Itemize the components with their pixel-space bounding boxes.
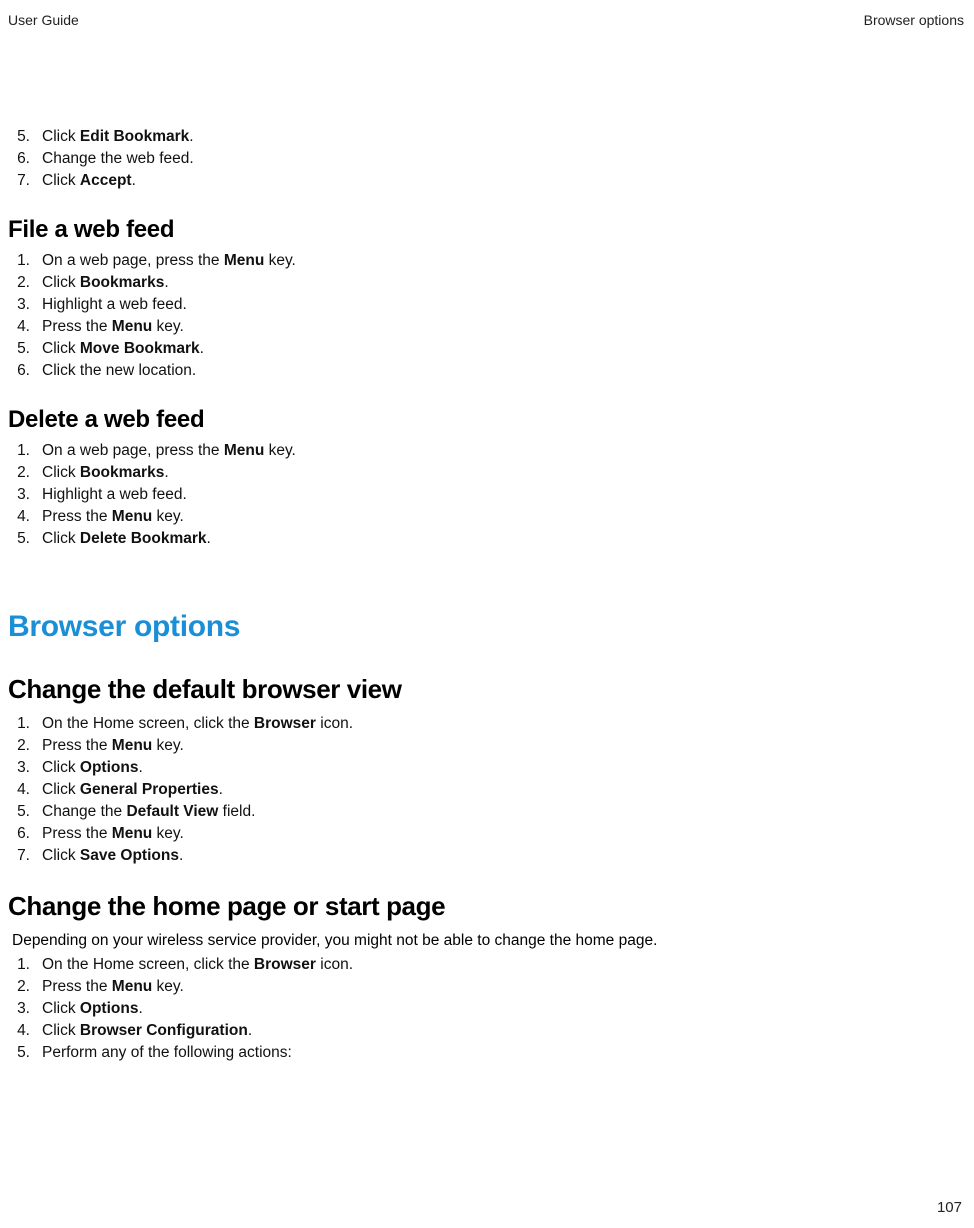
heading-delete-web-feed: Delete a web feed [8,406,964,434]
list-item: 3.Highlight a web feed. [8,484,964,506]
heading-change-home-page: Change the home page or start page [8,891,964,922]
item-text: Click Save Options. [42,845,964,867]
intro-paragraph: Depending on your wireless service provi… [12,930,964,952]
list-item: 2.Click Bookmarks. [8,272,964,294]
item-number: 6. [10,148,42,170]
item-number: 1. [10,713,42,735]
item-text: Change the Default View field. [42,801,964,823]
item-number: 3. [10,484,42,506]
item-number: 2. [10,272,42,294]
heading-change-default-view: Change the default browser view [8,674,964,705]
list-item: 2.Click Bookmarks. [8,462,964,484]
list-item: 5.Click Move Bookmark. [8,338,964,360]
list-s5: 1.On the Home screen, click the Browser … [8,954,964,1064]
item-number: 5. [10,338,42,360]
list-item: 6. Change the web feed. [8,148,964,170]
item-text: Click Options. [42,757,964,779]
item-text: Click Bookmarks. [42,462,964,484]
list-item: 4.Press the Menu key. [8,316,964,338]
item-number: 3. [10,294,42,316]
list-item: 4.Press the Menu key. [8,506,964,528]
list-item: 7. Click Accept. [8,170,964,192]
item-number: 7. [10,170,42,192]
item-number: 5. [10,1042,42,1064]
item-text: Click the new location. [42,360,964,382]
item-text: Press the Menu key. [42,316,964,338]
list-item: 1.On the Home screen, click the Browser … [8,713,964,735]
item-number: 1. [10,954,42,976]
item-number: 7. [10,845,42,867]
item-text: On a web page, press the Menu key. [42,250,964,272]
item-number: 4. [10,779,42,801]
list-s0: 5. Click Edit Bookmark. 6. Change the we… [8,126,964,192]
item-text: Press the Menu key. [42,735,964,757]
item-number: 6. [10,360,42,382]
list-item: 1.On a web page, press the Menu key. [8,250,964,272]
item-text: Press the Menu key. [42,506,964,528]
list-item: 2.Press the Menu key. [8,735,964,757]
list-item: 5.Click Delete Bookmark. [8,528,964,550]
header-left: User Guide [8,12,79,28]
item-number: 5. [10,528,42,550]
item-number: 1. [10,440,42,462]
item-number: 4. [10,1020,42,1042]
item-text: Click Move Bookmark. [42,338,964,360]
item-text: Press the Menu key. [42,976,964,998]
list-item: 3.Click Options. [8,757,964,779]
item-text: Highlight a web feed. [42,484,964,506]
list-item: 1.On the Home screen, click the Browser … [8,954,964,976]
item-text: Click Edit Bookmark. [42,126,964,148]
heading-file-web-feed: File a web feed [8,216,964,244]
list-item: 1.On a web page, press the Menu key. [8,440,964,462]
list-item: 5.Change the Default View field. [8,801,964,823]
list-item: 5.Perform any of the following actions: [8,1042,964,1064]
list-item: 5. Click Edit Bookmark. [8,126,964,148]
item-number: 3. [10,998,42,1020]
page-number: 107 [937,1199,962,1216]
list-item: 4.Click Browser Configuration. [8,1020,964,1042]
item-number: 2. [10,462,42,484]
item-number: 4. [10,506,42,528]
list-s2: 1.On a web page, press the Menu key. 2.C… [8,440,964,550]
item-number: 5. [10,801,42,823]
item-number: 6. [10,823,42,845]
list-s4: 1.On the Home screen, click the Browser … [8,713,964,867]
list-item: 7.Click Save Options. [8,845,964,867]
list-item: 6.Click the new location. [8,360,964,382]
item-text: Click Bookmarks. [42,272,964,294]
item-text: Press the Menu key. [42,823,964,845]
list-item: 2.Press the Menu key. [8,976,964,998]
list-item: 3.Click Options. [8,998,964,1020]
list-item: 4.Click General Properties. [8,779,964,801]
item-number: 5. [10,126,42,148]
item-text: Click Accept. [42,170,964,192]
item-number: 4. [10,316,42,338]
item-number: 3. [10,757,42,779]
item-text: Click General Properties. [42,779,964,801]
item-number: 2. [10,976,42,998]
item-number: 1. [10,250,42,272]
item-text: Highlight a web feed. [42,294,964,316]
item-text: Click Options. [42,998,964,1020]
list-s1: 1.On a web page, press the Menu key. 2.C… [8,250,964,382]
item-text: Change the web feed. [42,148,964,170]
list-item: 6.Press the Menu key. [8,823,964,845]
item-text: On the Home screen, click the Browser ic… [42,954,964,976]
item-text: Click Browser Configuration. [42,1020,964,1042]
heading-browser-options: Browser options [8,610,964,644]
item-text: Perform any of the following actions: [42,1042,964,1064]
item-text: On a web page, press the Menu key. [42,440,964,462]
header-right: Browser options [864,12,964,28]
list-item: 3.Highlight a web feed. [8,294,964,316]
item-text: Click Delete Bookmark. [42,528,964,550]
item-number: 2. [10,735,42,757]
item-text: On the Home screen, click the Browser ic… [42,713,964,735]
